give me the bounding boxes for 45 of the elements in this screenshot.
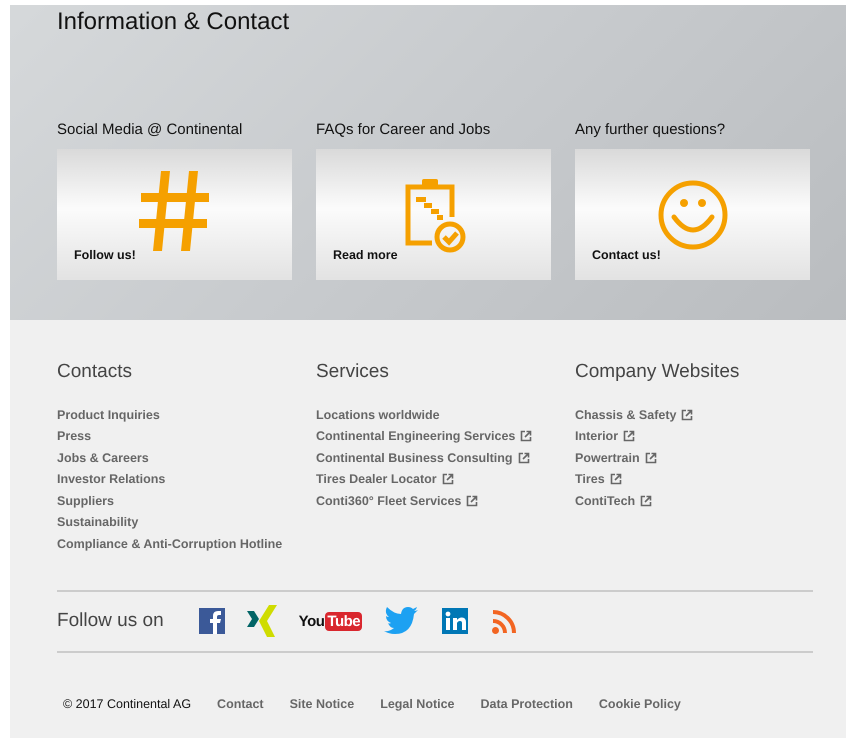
footer-link[interactable]: Data Protection	[480, 696, 573, 710]
twitter-icon[interactable]	[384, 606, 420, 636]
linkedin-icon[interactable]	[442, 608, 468, 634]
footer-link[interactable]: Investor Relations	[57, 472, 166, 486]
footer-link[interactable]: Powertrain	[575, 450, 640, 465]
footer-link[interactable]: Continental Engineering Services	[316, 429, 516, 444]
xing-icon[interactable]	[246, 605, 277, 637]
copyright: © 2017 Continental AG	[63, 696, 192, 710]
follow-label: Follow us on	[57, 610, 164, 632]
teaser-card[interactable]: Read more	[316, 149, 551, 280]
footer-link[interactable]: Product Inquiries	[57, 408, 160, 422]
footer-link[interactable]: ContiTech	[575, 494, 636, 508]
footer-link[interactable]: Press	[57, 429, 92, 444]
footer-link[interactable]: Compliance & Anti-Corruption Hotline	[57, 536, 282, 551]
footer-link[interactable]: Contact	[217, 696, 264, 710]
footer-link[interactable]: Continental Business Consulting	[316, 450, 513, 465]
footer-link[interactable]: Chassis & Safety	[575, 408, 676, 422]
teaser-link[interactable]: Read more	[333, 248, 398, 262]
teaser-title: Social Media @ Continental	[57, 121, 244, 139]
footer-link[interactable]: Locations worldwide	[316, 408, 440, 422]
footer-link[interactable]: Tires Dealer Locator	[316, 472, 437, 486]
teaser-title: FAQs for Career and Jobs	[316, 121, 492, 139]
column-heading: Contacts	[57, 360, 133, 384]
teaser-link[interactable]: Contact us!	[592, 248, 661, 262]
facebook-icon[interactable]	[198, 608, 225, 634]
clipboard-icon	[404, 179, 466, 253]
footer-link[interactable]: Legal Notice	[380, 696, 455, 710]
footer-link[interactable]: Interior	[575, 429, 618, 444]
teaser-link[interactable]: Follow us!	[74, 248, 136, 262]
column-heading: Company Websites	[575, 360, 740, 384]
hashtag-icon	[139, 171, 211, 251]
smiley-icon	[657, 179, 729, 251]
rss-icon[interactable]	[490, 608, 518, 634]
column-heading: Services	[316, 360, 390, 384]
teaser-card[interactable]: Follow us!	[57, 149, 292, 280]
footer-link[interactable]: Suppliers	[57, 494, 114, 508]
teaser-title: Any further questions?	[575, 121, 726, 139]
section-heading: Information & Contact	[57, 7, 290, 36]
footer-link[interactable]: Site Notice	[290, 696, 354, 710]
footer-link[interactable]: Tires	[575, 472, 605, 486]
footer-link[interactable]: Cookie Policy	[598, 696, 681, 710]
teaser-card[interactable]: Contact us!	[575, 149, 810, 280]
footer-link[interactable]: Conti360° Fleet Services	[316, 494, 462, 508]
footer-link[interactable]: Jobs & Careers	[57, 450, 149, 465]
footer-link[interactable]: Sustainability	[57, 515, 138, 530]
